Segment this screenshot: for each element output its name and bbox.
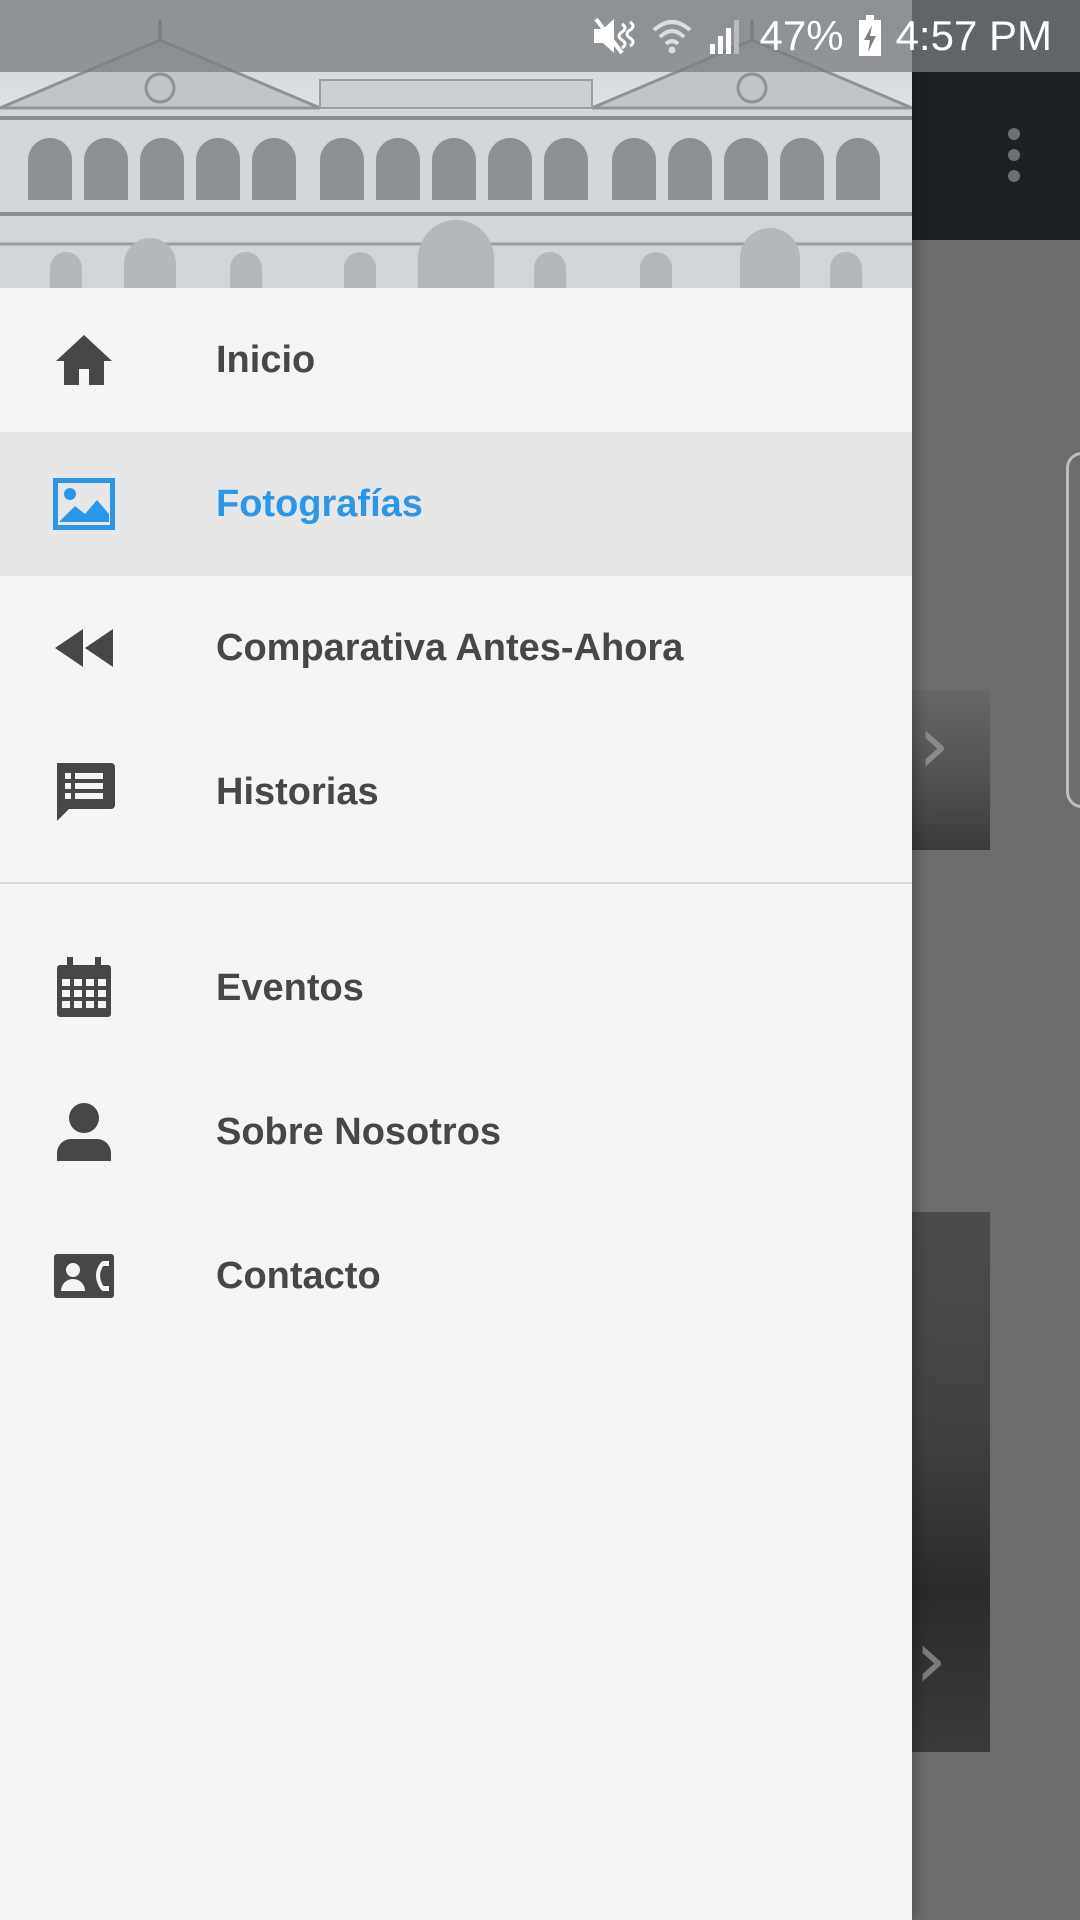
battery-charging-icon xyxy=(858,15,882,57)
menu-item-historias[interactable]: Historias xyxy=(0,720,912,864)
rewind-icon xyxy=(52,616,116,680)
status-bar: 47% 4:57 PM xyxy=(0,0,1080,72)
chevron-right-icon[interactable]: › xyxy=(918,705,950,785)
wifi-icon xyxy=(652,16,692,56)
more-vert-icon[interactable] xyxy=(996,128,1032,182)
signal-icon xyxy=(706,16,746,56)
clock: 4:57 PM xyxy=(895,12,1052,59)
edge-panel-handle[interactable] xyxy=(1066,452,1080,808)
navigation-drawer: Inicio Fotografías Comparativa Antes-Aho… xyxy=(0,0,912,1920)
drawer-menu: Inicio Fotografías Comparativa Antes-Aho… xyxy=(0,288,912,1348)
menu-item-label: Fotografías xyxy=(216,482,423,525)
menu-item-label: Comparativa Antes-Ahora xyxy=(216,626,684,669)
menu-item-sobre-nosotros[interactable]: Sobre Nosotros xyxy=(0,1060,912,1204)
menu-item-label: Historias xyxy=(216,770,379,813)
menu-item-label: Inicio xyxy=(216,338,316,381)
battery-percentage: 47% xyxy=(759,12,844,59)
menu-divider xyxy=(0,882,912,884)
menu-item-fotografias[interactable]: Fotografías xyxy=(0,432,912,576)
home-icon xyxy=(52,328,116,392)
menu-item-inicio[interactable]: Inicio xyxy=(0,288,912,432)
menu-item-label: Eventos xyxy=(216,966,364,1009)
menu-item-label: Sobre Nosotros xyxy=(216,1110,502,1153)
menu-item-eventos[interactable]: Eventos xyxy=(0,916,912,1060)
image-icon xyxy=(52,472,116,536)
message-list-icon xyxy=(52,760,116,824)
chevron-right-icon[interactable]: › xyxy=(915,1620,947,1700)
person-icon xyxy=(52,1100,116,1164)
menu-item-label: Contacto xyxy=(216,1254,381,1297)
menu-item-comparativa[interactable]: Comparativa Antes-Ahora xyxy=(0,576,912,720)
calendar-icon xyxy=(52,956,116,1020)
contact-card-icon xyxy=(52,1244,116,1308)
mute-icon xyxy=(592,16,638,56)
menu-item-contacto[interactable]: Contacto xyxy=(0,1204,912,1348)
